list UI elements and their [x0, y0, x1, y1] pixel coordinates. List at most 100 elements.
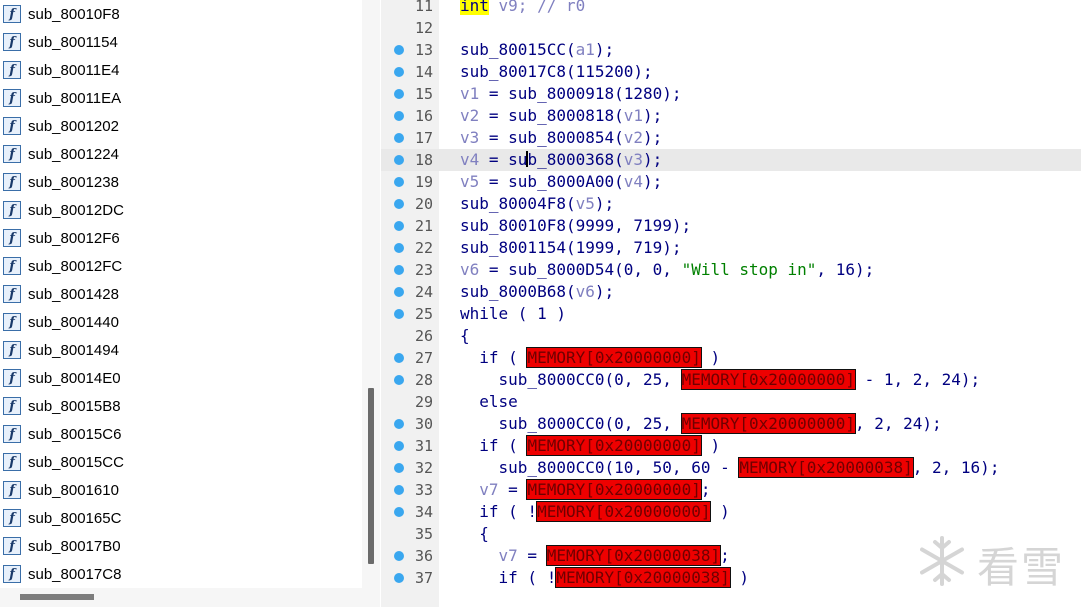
function-list-item[interactable]: f sub_80010F8: [0, 0, 360, 28]
vertical-scrollbar-thumb[interactable]: [368, 388, 374, 564]
watermark-text: 看雪: [977, 543, 1066, 592]
code-text: else: [460, 391, 518, 413]
function-icon: f: [3, 173, 21, 191]
code-line[interactable]: 20 sub_80004F8(v5);: [381, 193, 1081, 215]
function-list-item[interactable]: f sub_80017C8: [0, 560, 360, 588]
code-token: ): [700, 348, 721, 367]
code-line[interactable]: 13 sub_80015CC(a1);: [381, 39, 1081, 61]
function-name: sub_8001224: [28, 145, 119, 163]
code-text: {: [460, 523, 489, 545]
function-list-item[interactable]: f sub_8001610: [0, 476, 360, 504]
code-token: , 2, 24);: [854, 414, 942, 433]
function-list-item[interactable]: f sub_8001238: [0, 168, 360, 196]
function-icon: f: [3, 397, 21, 415]
function-list-item[interactable]: f sub_8001224: [0, 140, 360, 168]
code-token: sub_8000CC0(10, 50, 60 -: [460, 458, 740, 477]
pseudocode-view[interactable]: 11 int v9; // r0 12 13 sub_80015CC(a1); 14 sub…: [381, 0, 1081, 607]
function-name: sub_8001154: [28, 33, 118, 51]
watermark: 看雪: [915, 532, 1075, 592]
code-line[interactable]: 31 if ( MEMORY[0x20000000] ): [381, 435, 1081, 457]
code-token: = su: [479, 150, 528, 169]
function-icon: f: [3, 257, 21, 275]
code-text: v5 = sub_8000A00(v4);: [460, 171, 662, 193]
function-list-item[interactable]: f sub_80011EA: [0, 84, 360, 112]
code-line[interactable]: 32 sub_8000CC0(10, 50, 60 - MEMORY[0x200…: [381, 457, 1081, 479]
function-list-item[interactable]: f sub_80015CC: [0, 448, 360, 476]
function-name: sub_80017C8: [28, 565, 122, 583]
code-text: if ( !MEMORY[0x20000000] ): [460, 501, 730, 523]
code-line[interactable]: 16 v2 = sub_8000818(v1);: [381, 105, 1081, 127]
code-line[interactable]: 24 sub_8000B68(v6);: [381, 281, 1081, 303]
function-list-item[interactable]: f sub_80012FC: [0, 252, 360, 280]
code-text: sub_8000B68(v6);: [460, 281, 614, 303]
function-icon: f: [3, 145, 21, 163]
line-number: 29: [414, 393, 433, 411]
code-token: v4: [623, 172, 644, 191]
code-token: int: [460, 0, 489, 15]
function-list-item[interactable]: f sub_8001428: [0, 280, 360, 308]
function-name: sub_8001202: [28, 117, 119, 135]
code-token: );: [643, 172, 663, 191]
code-text: while ( 1 ): [460, 303, 566, 325]
code-line[interactable]: 11 int v9; // r0: [381, 0, 1081, 17]
line-number: 21: [414, 217, 433, 235]
code-line[interactable]: 25 while ( 1 ): [381, 303, 1081, 325]
code-line[interactable]: 26 {: [381, 325, 1081, 347]
line-number: 26: [414, 327, 433, 345]
function-list-item[interactable]: f sub_8001494: [0, 336, 360, 364]
code-line[interactable]: 30 sub_8000CC0(0, 25, MEMORY[0x20000000]…: [381, 413, 1081, 435]
code-line[interactable]: 19 v5 = sub_8000A00(v4);: [381, 171, 1081, 193]
function-list-item[interactable]: f sub_800165C: [0, 504, 360, 532]
function-icon: f: [3, 537, 21, 555]
code-token: v2: [460, 106, 480, 125]
code-token: sub_80015CC(: [460, 40, 576, 59]
function-name: sub_80015C6: [28, 425, 122, 443]
line-number: 16: [414, 107, 433, 125]
function-icon: f: [3, 5, 21, 23]
function-list-item[interactable]: f sub_80012DC: [0, 196, 360, 224]
code-line[interactable]: 33 v7 = MEMORY[0x20000000];: [381, 479, 1081, 501]
code-line-current[interactable]: 18 v4 = sub_8000368(v3);: [381, 149, 1081, 171]
function-icon: f: [3, 425, 21, 443]
function-list-item[interactable]: f sub_8001202: [0, 112, 360, 140]
line-number: 27: [414, 349, 433, 367]
code-token: v1: [460, 84, 480, 103]
line-number: 28: [414, 371, 433, 389]
function-name: sub_80015CC: [28, 453, 124, 471]
code-line[interactable]: 17 v3 = sub_8000854(v2);: [381, 127, 1081, 149]
function-list-item[interactable]: f sub_80011E4: [0, 56, 360, 84]
code-token: else: [460, 392, 518, 411]
function-icon: f: [3, 369, 21, 387]
function-name: sub_80014E0: [28, 369, 121, 387]
memory-ref: MEMORY[0x20000000]: [526, 347, 702, 368]
code-line[interactable]: 21 sub_80010F8(9999, 7199);: [381, 215, 1081, 237]
function-list-item[interactable]: f sub_8001440: [0, 308, 360, 336]
code-line[interactable]: 27 if ( MEMORY[0x20000000] ): [381, 347, 1081, 369]
function-list-item[interactable]: f sub_8001154: [0, 28, 360, 56]
code-token: = sub_8000A00(: [479, 172, 624, 191]
function-list-item[interactable]: f sub_80015B8: [0, 392, 360, 420]
function-list-item[interactable]: f sub_80014E0: [0, 364, 360, 392]
function-list-item[interactable]: f sub_80012F6: [0, 224, 360, 252]
function-list-item[interactable]: f sub_80015C6: [0, 420, 360, 448]
function-list-panel: f sub_80010F8 f sub_8001154 f sub_80011E4 f sub…: [0, 0, 363, 607]
code-token: "Will stop in": [681, 260, 817, 279]
function-icon: f: [3, 117, 21, 135]
code-line[interactable]: 15 v1 = sub_8000918(1280);: [381, 83, 1081, 105]
function-icon: f: [3, 61, 21, 79]
code-line[interactable]: 29 else: [381, 391, 1081, 413]
code-line[interactable]: 28 sub_8000CC0(0, 25, MEMORY[0x20000000]…: [381, 369, 1081, 391]
code-line[interactable]: 34 if ( !MEMORY[0x20000000] ): [381, 501, 1081, 523]
code-token: if (: [460, 436, 528, 455]
code-line[interactable]: 22 sub_8001154(1999, 719);: [381, 237, 1081, 259]
code-token: if (: [460, 348, 528, 367]
code-text: sub_80010F8(9999, 7199);: [460, 215, 691, 237]
code-text: sub_80004F8(v5);: [460, 193, 614, 215]
function-list-item[interactable]: f sub_80017B0: [0, 532, 360, 560]
code-line[interactable]: 12: [381, 17, 1081, 39]
code-line[interactable]: 14 sub_80017C8(115200);: [381, 61, 1081, 83]
horizontal-scrollbar-thumb[interactable]: [20, 594, 94, 600]
code-line[interactable]: 23 v6 = sub_8000D54(0, 0, "Will stop in",…: [381, 259, 1081, 281]
line-number: 35: [414, 525, 433, 543]
